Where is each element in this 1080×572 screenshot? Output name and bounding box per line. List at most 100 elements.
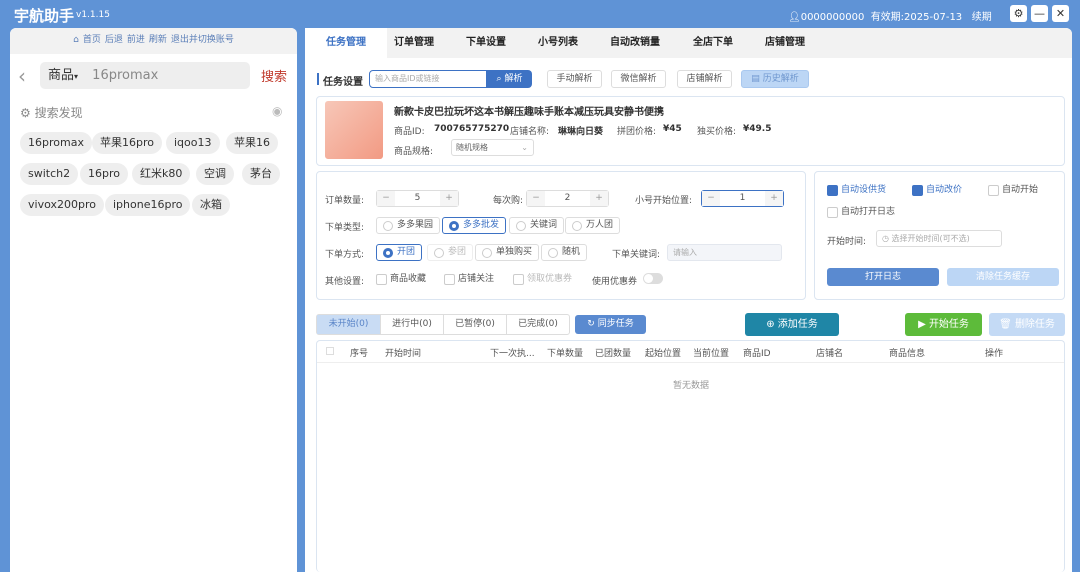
filter-completed[interactable]: 已完成(0) [506, 315, 569, 334]
follow-shop-checkbox[interactable]: 店铺关注 [444, 273, 494, 285]
minus-icon[interactable]: − [527, 191, 545, 206]
tag[interactable]: 16promax [20, 132, 92, 154]
nav-forward[interactable]: 前进 [127, 35, 145, 45]
type-radio[interactable]: 关键词 [509, 217, 565, 234]
plus-icon[interactable]: + [590, 191, 608, 206]
history-parse-button[interactable]: ▤ 历史解析 [741, 70, 809, 88]
method-radio[interactable]: 开团 [376, 244, 423, 261]
task-table [316, 340, 1065, 572]
auto-supply-checkbox[interactable]: 自动设供货 [827, 184, 886, 196]
tag[interactable]: 苹果16 [226, 132, 278, 154]
column-header: 起始位置 [645, 349, 682, 359]
tag[interactable]: 苹果16pro [92, 132, 162, 154]
parse-button[interactable]: ⌕ 解析 [487, 70, 532, 88]
eye-icon[interactable]: ◉ [272, 104, 282, 118]
tab-order-settings[interactable]: 下单设置 [445, 28, 527, 58]
filter-not-started[interactable]: 未开始(0) [317, 315, 380, 334]
minus-icon[interactable]: − [702, 191, 720, 206]
tag[interactable]: 冰箱 [192, 194, 230, 216]
tag[interactable]: iphone16pro [105, 194, 191, 216]
back-arrow-icon[interactable]: ‹ [18, 64, 26, 88]
sync-task-button[interactable]: ↻ 同步任务 [575, 315, 646, 334]
tag[interactable]: 空调 [196, 163, 234, 185]
gear-icon[interactable]: ⚙ [1010, 5, 1027, 22]
chevron-down-icon: ⌄ [521, 143, 528, 152]
filter-running[interactable]: 进行中(0) [380, 315, 443, 334]
tag[interactable]: switch2 [20, 163, 79, 185]
shop-parse-button[interactable]: 店铺解析 [677, 70, 732, 88]
type-radio[interactable]: 多多批发 [442, 217, 507, 234]
user-id: 0000000000 [800, 12, 865, 23]
column-header: 店铺名 [816, 349, 844, 359]
user-info: 👤︎0000000000 有效期:2025-07-13 续期 [788, 8, 992, 23]
tab-auto-sales[interactable]: 自动改销量 [594, 28, 676, 58]
tab-store-order[interactable]: 全店下单 [672, 28, 754, 58]
filter-paused[interactable]: 已暂停(0) [443, 315, 506, 334]
minimize-icon[interactable]: — [1031, 5, 1048, 22]
plus-icon[interactable]: + [765, 191, 783, 206]
add-task-button[interactable]: ⊕ 添加任务 [745, 313, 839, 336]
auto-price-checkbox[interactable]: 自动改价 [912, 184, 962, 196]
tab-account-list[interactable]: 小号列表 [517, 28, 599, 58]
keyword-input[interactable]: 请输入 [667, 244, 782, 261]
minus-icon[interactable]: − [377, 191, 395, 206]
delete-task-button[interactable]: 🗑︎ 删除任务 [989, 313, 1065, 336]
select-all-checkbox[interactable] [326, 347, 334, 355]
type-radio[interactable]: 万人团 [565, 217, 621, 234]
auto-start-checkbox[interactable]: 自动开始 [988, 184, 1038, 196]
start-pos-value[interactable]: 1 [720, 191, 765, 206]
start-pos-label: 小号开始位置: [635, 196, 693, 206]
order-qty-value[interactable]: 5 [395, 191, 440, 206]
wechat-parse-button[interactable]: 微信解析 [611, 70, 666, 88]
coupon-checkbox: 领取优惠券 [513, 273, 572, 285]
search-icon: ⌕ [496, 74, 502, 84]
empty-text: 暂无数据 [673, 381, 710, 391]
method-radio[interactable]: 单独购买 [475, 244, 540, 261]
start-pos-stepper[interactable]: −1 + [701, 190, 784, 207]
nav-home[interactable]: 首页 [83, 35, 101, 45]
auto-open-log-checkbox[interactable]: 自动打开日志 [827, 206, 895, 218]
nav-refresh[interactable]: 刷新 [149, 35, 167, 45]
spec-select[interactable]: 随机规格 ⌄ [451, 139, 534, 156]
order-qty-stepper[interactable]: −5 + [376, 190, 459, 207]
start-task-button[interactable]: ▶ 开始任务 [905, 313, 982, 336]
tag[interactable]: vivox200pro [20, 194, 104, 216]
browser-panel: ⌂ 首页 后退 前进 刷新 退出并切换账号 ‹ 商品▾ 16promax 搜索 ⚙︎ 搜索… [10, 28, 297, 572]
manual-parse-button[interactable]: 手动解析 [547, 70, 602, 88]
tab-store-management[interactable]: 店铺管理 [744, 28, 826, 58]
delete-label: 删除任务 [1014, 319, 1055, 330]
renew-link[interactable]: 续期 [972, 12, 992, 23]
start-time-picker[interactable]: ◷ 选择开始时间(可不选) [876, 230, 1002, 247]
method-radio[interactable]: 随机 [541, 244, 588, 261]
plus-icon[interactable]: + [440, 191, 458, 206]
tag[interactable]: iqoo13 [166, 132, 220, 154]
favorite-checkbox[interactable]: 商品收藏 [376, 273, 426, 285]
search-type-dropdown[interactable]: 商品 [48, 68, 74, 83]
per-buy-stepper[interactable]: −2 + [526, 190, 609, 207]
close-icon[interactable]: ✕ [1052, 5, 1069, 22]
auto-settings-card: 自动设供货 自动改价 自动开始 自动打开日志 开始时间: ◷ 选择开始时间(可不… [814, 171, 1065, 300]
section-title: 任务设置 [323, 77, 363, 88]
per-buy-value[interactable]: 2 [545, 191, 590, 206]
app-version: v1.1.15 [76, 10, 110, 20]
column-header: 下单数量 [547, 349, 584, 359]
use-coupon-toggle[interactable] [643, 273, 663, 284]
tag[interactable]: 红米k80 [132, 163, 191, 185]
clear-cache-button[interactable]: 清除任务缓存 [947, 268, 1059, 286]
add-label: 添加任务 [777, 319, 818, 330]
product-id-input[interactable]: 输入商品ID或链接 [369, 70, 487, 88]
start-label: 开始任务 [928, 319, 969, 330]
type-radio[interactable]: 多多果园 [376, 217, 441, 234]
nav-logout[interactable]: 退出并切换账号 [171, 35, 234, 45]
search-button[interactable]: 搜索 [261, 66, 287, 85]
tab-order-management[interactable]: 订单管理 [373, 28, 455, 58]
search-input[interactable]: 商品▾ 16promax [40, 62, 250, 89]
tag[interactable]: 茅台 [242, 163, 280, 185]
column-header: 当前位置 [693, 349, 730, 359]
caret-down-icon: ▾ [74, 72, 79, 81]
nav-back[interactable]: 后退 [105, 35, 123, 45]
column-header: 操作 [985, 349, 1004, 359]
open-log-button[interactable]: 打开日志 [827, 268, 939, 286]
browser-nav: ⌂ 首页 后退 前进 刷新 退出并切换账号 [10, 28, 297, 54]
tag[interactable]: 16pro [80, 163, 128, 185]
